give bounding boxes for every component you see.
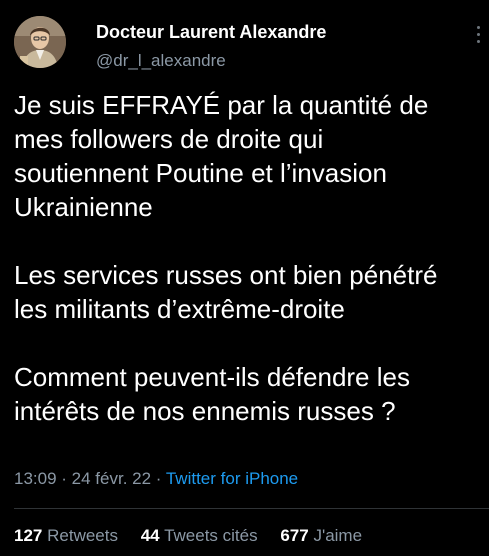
tweet-paragraph: Comment peuvent-ils défendre les intérêt… (14, 362, 410, 426)
retweets-label: Retweets (47, 526, 118, 545)
quotes-stat[interactable]: 44 Tweets cités (141, 526, 258, 545)
meta-separator: · (151, 469, 166, 488)
tweet-date[interactable]: 24 févr. 22 (72, 469, 151, 488)
likes-stat[interactable]: 677 J'aime (280, 526, 362, 545)
author-name[interactable]: Docteur Laurent Alexandre (96, 22, 326, 43)
author-handle[interactable]: @dr_l_alexandre (96, 51, 226, 71)
more-vertical-icon[interactable] (473, 26, 483, 50)
tweet-text: Je suis EFFRAYÉ par la quantité de mes f… (14, 88, 484, 428)
tweet-source-link[interactable]: Twitter for iPhone (166, 469, 298, 488)
likes-count: 677 (280, 526, 309, 545)
tweet-card: Docteur Laurent Alexandre @dr_l_alexandr… (0, 0, 489, 556)
tweet-meta: 13:09 · 24 févr. 22 · Twitter for iPhone (14, 469, 298, 489)
quotes-label: Tweets cités (164, 526, 258, 545)
tweet-stats: 127 Retweets 44 Tweets cités 677 J'aime (14, 526, 380, 546)
divider (14, 508, 489, 509)
meta-separator: · (56, 469, 72, 488)
retweets-count: 127 (14, 526, 43, 545)
avatar-image (14, 16, 66, 68)
tweet-time[interactable]: 13:09 (14, 469, 57, 488)
likes-label: J'aime (313, 526, 363, 545)
retweets-stat[interactable]: 127 Retweets (14, 526, 118, 545)
tweet-paragraph: Les services russes ont bien pénétré les… (14, 260, 438, 324)
quotes-count: 44 (140, 526, 160, 545)
avatar[interactable] (14, 16, 66, 68)
tweet-paragraph: Je suis EFFRAYÉ par la quantité de mes f… (14, 90, 429, 222)
